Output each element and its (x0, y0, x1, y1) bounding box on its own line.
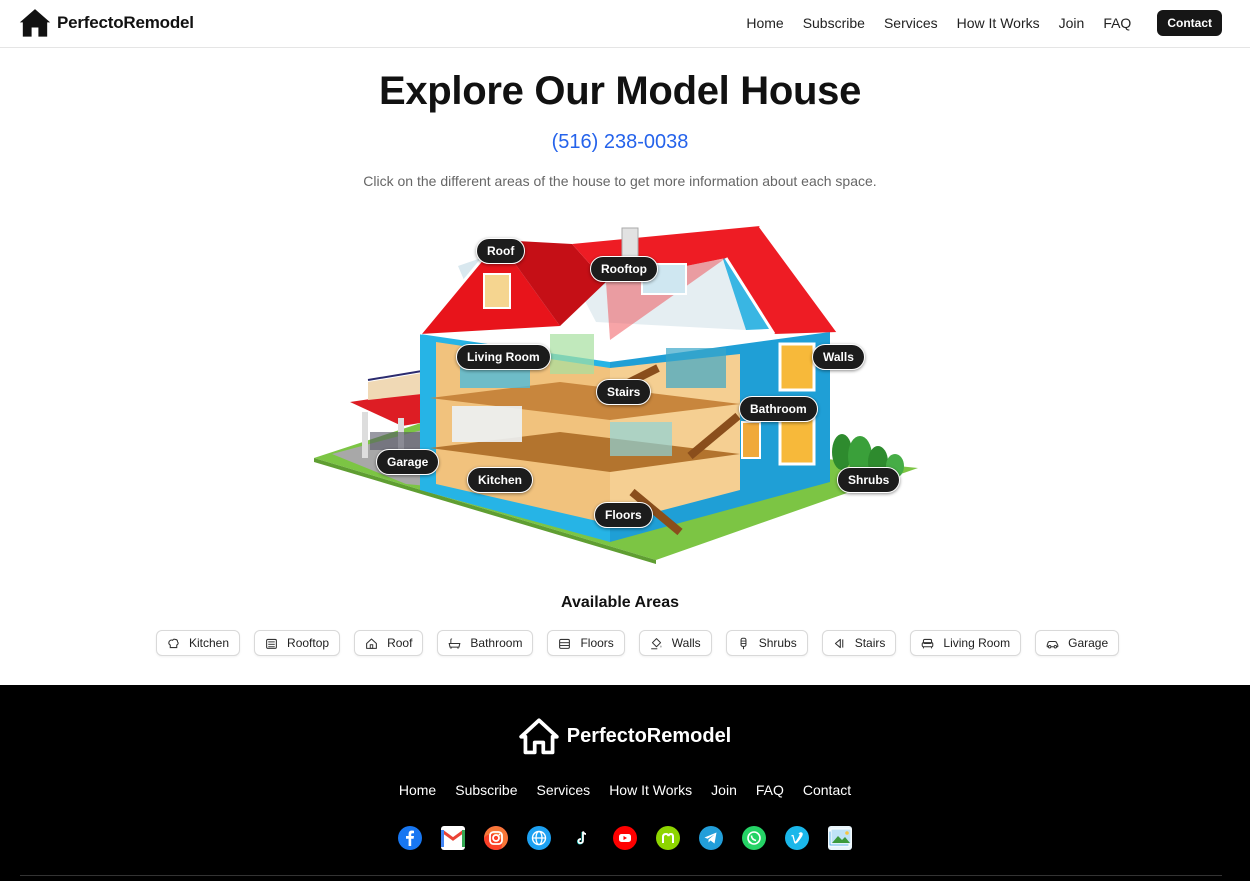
page-title: Explore Our Model House (378, 69, 862, 113)
area-chip-label: Shrubs (758, 636, 797, 650)
area-chip-label: Walls (671, 636, 701, 650)
hotspot-floors[interactable]: Floors (594, 502, 653, 528)
social-links (0, 826, 1250, 850)
area-chip-label: Kitchen (189, 636, 230, 650)
footer-link-contact[interactable]: Contact (803, 782, 851, 798)
nav-subscribe[interactable]: Subscribe (803, 15, 865, 31)
stairs-icon (834, 638, 843, 648)
house-logo-icon (519, 718, 559, 755)
brand-logo-link[interactable]: PerfectoRemodel (18, 6, 194, 40)
hotspot-shrubs[interactable]: Shrubs (837, 467, 901, 493)
area-chip-rooftop[interactable]: Rooftop (254, 630, 341, 656)
top-navbar: PerfectoRemodel Home Subscribe Services … (0, 0, 1250, 48)
phone-link[interactable]: (516) 238-0038 (0, 131, 1240, 154)
sofa-icon (922, 638, 934, 648)
page-subtitle: Click on the different areas of the hous… (363, 173, 877, 189)
tiktok-icon[interactable] (570, 826, 594, 850)
area-chip-kitchen[interactable]: Kitchen (156, 630, 241, 656)
rooftop-panel-icon (266, 638, 277, 649)
house-icon (366, 638, 377, 649)
hotspot-roof[interactable]: Roof (476, 238, 526, 264)
footer-link-services[interactable]: Services (537, 782, 591, 798)
nav-services[interactable]: Services (884, 15, 938, 31)
hotspot-stairs[interactable]: Stairs (596, 379, 652, 405)
hotspot-garage[interactable]: Garage (376, 449, 440, 475)
model-house-map: Roof Rooftop Living Room Walls Stairs Ba… (310, 222, 924, 566)
area-chip-garage[interactable]: Garage (1035, 630, 1120, 656)
area-chip-shrubs[interactable]: Shrubs (725, 630, 808, 656)
footer-link-join[interactable]: Join (711, 782, 737, 798)
area-chip-walls[interactable]: Walls (638, 630, 712, 656)
footer-brand-name: PerfectoRemodel (566, 724, 732, 747)
paint-bucket-icon (651, 637, 662, 649)
vimeo-icon[interactable] (785, 826, 809, 850)
footer-link-subscribe[interactable]: Subscribe (455, 782, 517, 798)
nav-join[interactable]: Join (1059, 15, 1085, 31)
footer-divider (20, 875, 1222, 876)
website-globe-icon[interactable] (527, 826, 551, 850)
nav-home[interactable]: Home (746, 15, 783, 31)
area-chip-roof[interactable]: Roof (354, 630, 424, 656)
footer-brand-link[interactable]: PerfectoRemodel (0, 717, 1250, 755)
hotspot-walls[interactable]: Walls (812, 344, 865, 370)
area-chip-floors[interactable]: Floors (547, 630, 625, 656)
chef-hat-icon (168, 638, 179, 648)
hotspot-rooftop[interactable]: Rooftop (590, 256, 658, 282)
hotspot-living-room[interactable]: Living Room (456, 344, 551, 370)
area-chip-label: Floors (580, 636, 614, 650)
area-chip-stairs[interactable]: Stairs (821, 630, 897, 656)
brand-name: PerfectoRemodel (57, 13, 194, 32)
nav-how-it-works[interactable]: How It Works (957, 15, 1040, 31)
area-chip-living-room[interactable]: Living Room (910, 630, 1022, 656)
car-icon (1046, 640, 1059, 648)
instagram-icon[interactable] (484, 826, 508, 850)
available-areas-heading: Available Areas (561, 594, 679, 611)
footer-nav: Home Subscribe Services How It Works Joi… (0, 782, 1250, 798)
area-chip-label: Stairs (854, 636, 886, 650)
area-chip-label: Garage (1068, 636, 1109, 650)
facebook-icon[interactable] (398, 826, 422, 850)
area-chip-label: Roof (387, 636, 413, 650)
gmail-icon[interactable] (441, 826, 465, 850)
hotspot-kitchen[interactable]: Kitchen (467, 467, 534, 493)
area-chip-bathroom[interactable]: Bathroom (437, 630, 534, 656)
telegram-icon[interactable] (699, 826, 723, 850)
footer-link-how-it-works[interactable]: How It Works (609, 782, 692, 798)
main-nav: Home Subscribe Services How It Works Joi… (746, 10, 1222, 36)
floor-layers-icon (559, 638, 571, 649)
nav-faq[interactable]: FAQ (1103, 15, 1131, 31)
youtube-icon[interactable] (613, 826, 637, 850)
site-footer: PerfectoRemodel Home Subscribe Services … (0, 685, 1250, 881)
available-areas-list: Kitchen Rooftop Roof Bathroom Floors Wal… (156, 630, 1120, 656)
footer-link-faq[interactable]: FAQ (756, 782, 784, 798)
house-logo-icon (19, 9, 51, 37)
area-chip-label: Bathroom (470, 636, 523, 650)
area-chip-label: Rooftop (287, 636, 330, 650)
area-chip-label: Living Room (943, 636, 1011, 650)
footer-link-home[interactable]: Home (399, 782, 436, 798)
whatsapp-icon[interactable] (742, 826, 766, 850)
tree-icon (740, 637, 747, 649)
hotspot-bathroom[interactable]: Bathroom (739, 396, 818, 422)
contact-button[interactable]: Contact (1157, 10, 1222, 36)
photos-icon[interactable] (828, 826, 852, 850)
bathtub-icon (448, 637, 461, 649)
nextdoor-icon[interactable] (656, 826, 680, 850)
